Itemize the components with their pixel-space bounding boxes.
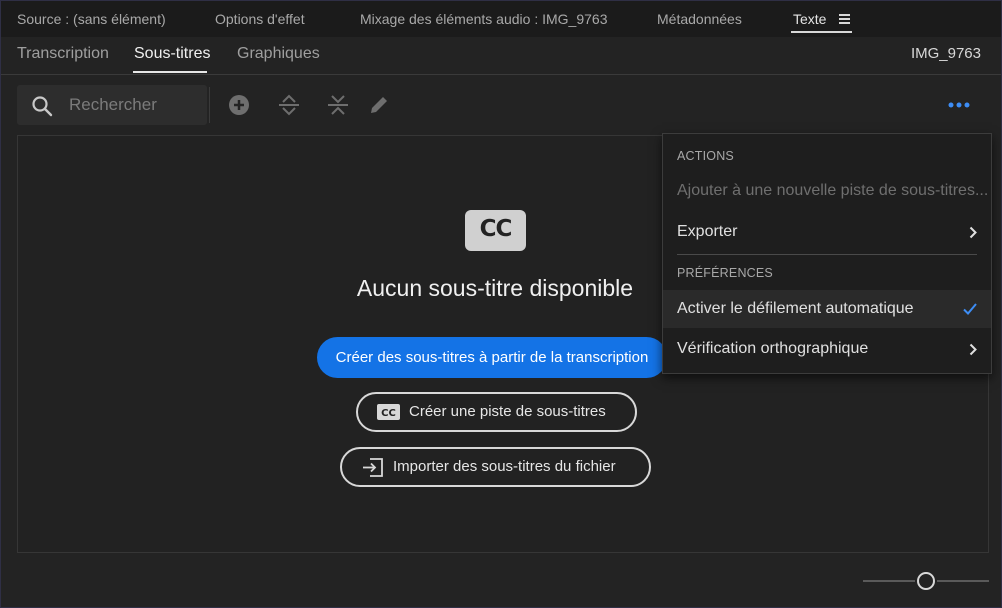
- menu-item-spell-check[interactable]: Vérification orthographique: [663, 330, 991, 368]
- menu-section-actions: ACTIONS: [677, 149, 734, 163]
- sub-tab-bar: Transcription Sous-titres Graphiques IMG…: [1, 37, 1001, 75]
- checkmark-icon: [963, 303, 977, 315]
- import-captions-button[interactable]: Importer des sous-titres du fichier: [340, 447, 651, 487]
- expand-icon[interactable]: [277, 93, 301, 117]
- menu-item-add-caption-track: Ajouter à une nouvelle piste de sous-tit…: [677, 182, 989, 199]
- create-caption-track-label: Créer une piste de sous-titres: [409, 403, 606, 420]
- chevron-right-icon: [969, 226, 977, 239]
- svg-text:CC: CC: [381, 408, 396, 419]
- toolbar-divider: [209, 87, 210, 123]
- tab-source[interactable]: Source : (sans élément): [17, 11, 166, 27]
- import-captions-label: Importer des sous-titres du fichier: [393, 458, 616, 475]
- tab-metadata[interactable]: Métadonnées: [657, 11, 742, 27]
- menu-item-export[interactable]: Exporter: [663, 213, 991, 251]
- search-icon: [32, 96, 53, 117]
- collapse-icon[interactable]: [326, 93, 350, 117]
- search-box[interactable]: [17, 85, 207, 125]
- tab-audio-clip-mixer[interactable]: Mixage des éléments audio : IMG_9763: [360, 11, 607, 27]
- import-icon: [363, 458, 383, 477]
- text-panel: Source : (sans élément) Options d'effet …: [0, 0, 1002, 608]
- panel-menu-icon[interactable]: [839, 14, 850, 24]
- menu-item-auto-scroll-label: Activer le défilement automatique: [677, 300, 914, 317]
- active-sub-tab-indicator: [133, 71, 207, 73]
- cc-logo-text: CC: [479, 216, 513, 242]
- slider-track-right: [937, 580, 989, 582]
- create-caption-track-button[interactable]: CC Créer une piste de sous-titres: [356, 392, 637, 432]
- closed-captions-icon: CC: [465, 210, 526, 251]
- tab-graphics[interactable]: Graphiques: [237, 45, 320, 63]
- clip-name: IMG_9763: [910, 45, 981, 62]
- menu-item-spell-check-label: Vérification orthographique: [677, 340, 869, 357]
- options-menu: ACTIONS Ajouter à une nouvelle piste de …: [662, 133, 992, 374]
- more-options-icon[interactable]: [947, 101, 971, 109]
- tab-text[interactable]: Texte: [793, 11, 826, 27]
- zoom-slider[interactable]: [863, 570, 989, 592]
- menu-divider: [677, 254, 977, 255]
- cc-small-icon: CC: [377, 404, 400, 420]
- empty-state-title: Aucun sous-titre disponible: [356, 275, 634, 301]
- slider-track-left: [863, 580, 915, 582]
- menu-section-preferences: PRÉFÉRENCES: [677, 266, 773, 280]
- menu-item-export-label: Exporter: [677, 223, 738, 240]
- create-captions-from-transcript-button[interactable]: Créer des sous-titres à partir de la tra…: [317, 337, 667, 378]
- panel-tab-bar: Source : (sans élément) Options d'effet …: [1, 1, 1001, 37]
- active-tab-indicator: [791, 31, 852, 33]
- pencil-icon[interactable]: [367, 93, 391, 117]
- chevron-right-icon: [969, 343, 977, 356]
- slider-handle[interactable]: [917, 572, 935, 590]
- search-input[interactable]: [69, 94, 199, 116]
- tab-captions[interactable]: Sous-titres: [134, 45, 210, 63]
- menu-item-auto-scroll[interactable]: Activer le défilement automatique: [663, 290, 991, 328]
- add-circle-icon[interactable]: [227, 93, 251, 117]
- tab-effect-controls[interactable]: Options d'effet: [215, 11, 305, 27]
- tab-transcription[interactable]: Transcription: [17, 45, 109, 63]
